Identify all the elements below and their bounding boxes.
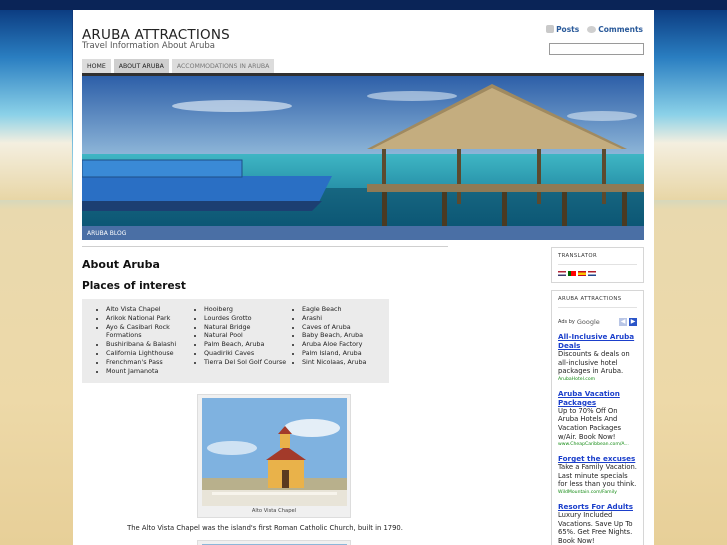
place-item[interactable]: Natural Bridge bbox=[204, 323, 291, 332]
ad-text: Discounts & deals on all-inclusive hotel… bbox=[558, 350, 630, 376]
places-list: Alto Vista ChapelArikok National ParkAyo… bbox=[82, 299, 389, 383]
breadcrumb-bar: ARUBA BLOG bbox=[82, 226, 644, 240]
ad-url-link[interactable]: WildMountain.com/Family bbox=[558, 489, 637, 496]
header-banner-image bbox=[82, 76, 644, 226]
site-description: Travel Information About Aruba bbox=[82, 41, 216, 51]
top-ocean-strip bbox=[0, 0, 727, 10]
place-item[interactable]: Tierra Del Sol Golf Course bbox=[204, 358, 291, 367]
background-beach-left bbox=[0, 10, 72, 200]
main-content: About Aruba Places of interest Alto Vist… bbox=[82, 258, 448, 545]
ad-item: All-Inclusive Aruba Deals Discounts & dea… bbox=[558, 332, 637, 383]
chapel-photo[interactable] bbox=[202, 398, 347, 506]
tab-home[interactable]: HOME bbox=[82, 59, 111, 73]
place-item[interactable]: Palm Island, Aruba bbox=[302, 349, 389, 358]
google-label[interactable]: Google bbox=[577, 318, 600, 326]
place-item[interactable]: Arikok National Park bbox=[106, 314, 193, 323]
attractions-widget: ARUBA ATTRACTIONS Ads by Google ◀ ▶ All-… bbox=[551, 290, 644, 545]
page-title: About Aruba bbox=[82, 258, 160, 271]
translator-title: TRANSLATOR bbox=[558, 253, 637, 265]
place-item[interactable]: Quadiriki Caves bbox=[204, 349, 291, 358]
place-item[interactable]: Baby Beach, Aruba bbox=[302, 331, 389, 340]
places-column-2: HooibergLourdes GrottoNatural BridgeNatu… bbox=[193, 305, 291, 383]
ad-text: Luxury Included Vacations. Save Up To 65… bbox=[558, 510, 633, 545]
place-item[interactable]: Natural Pool bbox=[204, 331, 291, 340]
section-heading: Places of interest bbox=[82, 280, 186, 292]
place-item[interactable]: Arashi bbox=[302, 314, 389, 323]
flag-en-icon[interactable] bbox=[558, 271, 566, 276]
sidebar: TRANSLATOR ARUBA ATTRACTIONS Ads by Goog… bbox=[551, 247, 644, 545]
search-input[interactable] bbox=[549, 43, 644, 55]
ad-url-link[interactable]: ArubaHotel.com bbox=[558, 376, 637, 383]
comments-feed-link[interactable]: Comments bbox=[587, 25, 643, 34]
ads-header: Ads by Google ◀ ▶ bbox=[558, 318, 637, 326]
place-item[interactable]: Frenchman's Pass bbox=[106, 358, 193, 367]
places-column-1: Alto Vista ChapelArikok National ParkAyo… bbox=[95, 305, 193, 383]
rss-icon bbox=[546, 25, 555, 33]
place-item[interactable]: Lourdes Grotto bbox=[204, 314, 291, 323]
place-item[interactable]: California Lighthouse bbox=[106, 349, 193, 358]
ads-by-label: Ads by bbox=[558, 319, 575, 325]
main-nav: HOME ABOUT ARUBA ACCOMMODATIONS IN ARUBA bbox=[82, 59, 275, 73]
content-divider bbox=[82, 246, 448, 247]
place-item[interactable]: Hooiberg bbox=[204, 305, 291, 314]
flag-pt-icon[interactable] bbox=[568, 271, 576, 276]
place-item[interactable]: Bushiribana & Balashi bbox=[106, 340, 193, 349]
ad-text: Take a Family Vacation. Last minute spec… bbox=[558, 463, 637, 489]
posts-feed-link[interactable]: Posts bbox=[546, 25, 579, 34]
tab-about-aruba[interactable]: ABOUT ARUBA bbox=[113, 59, 169, 73]
ad-text: Up to 70% Off On Aruba Hotels And Vacati… bbox=[558, 406, 622, 441]
ad-prev-arrow-icon[interactable]: ◀ bbox=[619, 318, 627, 326]
ad-title-link[interactable]: Resorts For Adults bbox=[558, 502, 637, 511]
background-beach-right bbox=[645, 10, 727, 200]
ad-item: Aruba Vacation Packages Up to 70% Off On … bbox=[558, 389, 637, 448]
place-item[interactable]: Caves of Aruba bbox=[302, 323, 389, 332]
comment-bubble-icon bbox=[587, 26, 597, 33]
places-column-3: Eagle BeachArashiCaves of ArubaBaby Beac… bbox=[291, 305, 389, 383]
post-body-text: The Alto Vista Chapel was the island's f… bbox=[127, 524, 403, 532]
page-container: ARUBA ATTRACTIONS Travel Information Abo… bbox=[73, 10, 654, 545]
flag-es-icon[interactable] bbox=[578, 271, 586, 276]
ad-title-link[interactable]: Forget the excuses bbox=[558, 454, 637, 463]
place-item[interactable]: Alto Vista Chapel bbox=[106, 305, 193, 314]
feed-links: Posts Comments bbox=[546, 25, 643, 34]
ad-url-link[interactable]: www.CheapCaribbean.com/A... bbox=[558, 441, 637, 448]
place-item[interactable]: Mount Jamanota bbox=[106, 367, 193, 376]
flag-icons bbox=[558, 271, 637, 277]
ad-title-link[interactable]: Aruba Vacation Packages bbox=[558, 389, 637, 407]
ad-list: All-Inclusive Aruba Deals Discounts & dea… bbox=[558, 332, 637, 545]
chapel-photo-frame: Alto Vista Chapel bbox=[197, 394, 351, 518]
place-item[interactable]: Eagle Beach bbox=[302, 305, 389, 314]
flag-nl-icon[interactable] bbox=[588, 271, 596, 276]
place-item[interactable]: Sint Nicolaas, Aruba bbox=[302, 358, 389, 367]
breadcrumb-link[interactable]: ARUBA BLOG bbox=[87, 230, 126, 237]
place-item[interactable]: Aruba Aloe Factory bbox=[302, 340, 389, 349]
ad-title-link[interactable]: All-Inclusive Aruba Deals bbox=[558, 332, 637, 350]
ad-next-arrow-icon[interactable]: ▶ bbox=[629, 318, 637, 326]
place-item[interactable]: Ayo & Casibari Rock Formations bbox=[106, 323, 193, 341]
translator-widget: TRANSLATOR bbox=[551, 247, 644, 283]
photo-caption: Alto Vista Chapel bbox=[251, 508, 297, 514]
attractions-title: ARUBA ATTRACTIONS bbox=[558, 296, 637, 308]
place-item[interactable]: Palm Beach, Aruba bbox=[204, 340, 291, 349]
ad-item: Resorts For Adults Luxury Included Vacati… bbox=[558, 502, 637, 545]
second-photo-frame bbox=[197, 540, 351, 545]
tab-accommodations[interactable]: ACCOMMODATIONS IN ARUBA bbox=[171, 59, 275, 73]
ad-item: Forget the excuses Take a Family Vacation… bbox=[558, 454, 637, 496]
